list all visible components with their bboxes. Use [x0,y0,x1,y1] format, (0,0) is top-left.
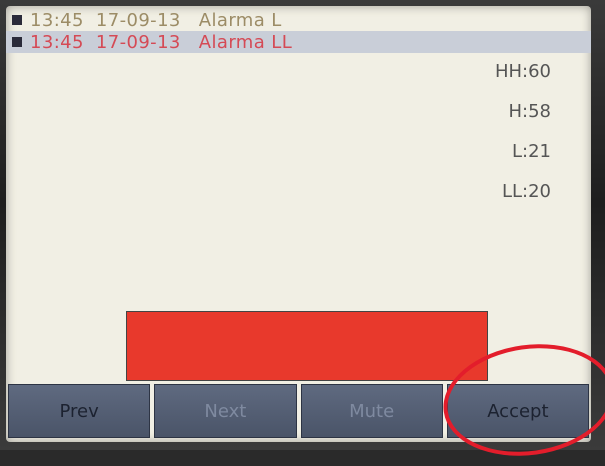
limit-ll: LL:20 [501,181,551,202]
alarm-row[interactable]: 13:45 17-09-13 Alarma L [6,9,461,31]
alarm-label: Alarma LL [198,31,293,53]
next-button[interactable]: Next [154,384,297,438]
alarm-time: 13:45 [30,9,84,31]
alarm-label: Alarma L [198,9,282,31]
square-bullet-icon [12,15,22,25]
prev-button[interactable]: Prev [8,384,151,438]
mute-button[interactable]: Mute [300,384,443,438]
limit-l: L:21 [512,141,551,162]
alarm-date: 17-09-13 [95,9,181,31]
limit-values-panel: HH:60 H:58 L:21 LL:20 [461,52,551,212]
level-bar-fill [127,312,487,380]
limit-h: H:58 [508,101,551,122]
limit-hh: HH:60 [494,61,551,82]
alarm-date: 17-09-13 [95,31,181,53]
alarm-time: 13:45 [30,31,84,53]
square-bullet-icon [12,37,22,47]
alarm-row-selected[interactable]: 13:45 17-09-13 Alarma LL [6,31,591,53]
level-bar [126,311,488,381]
